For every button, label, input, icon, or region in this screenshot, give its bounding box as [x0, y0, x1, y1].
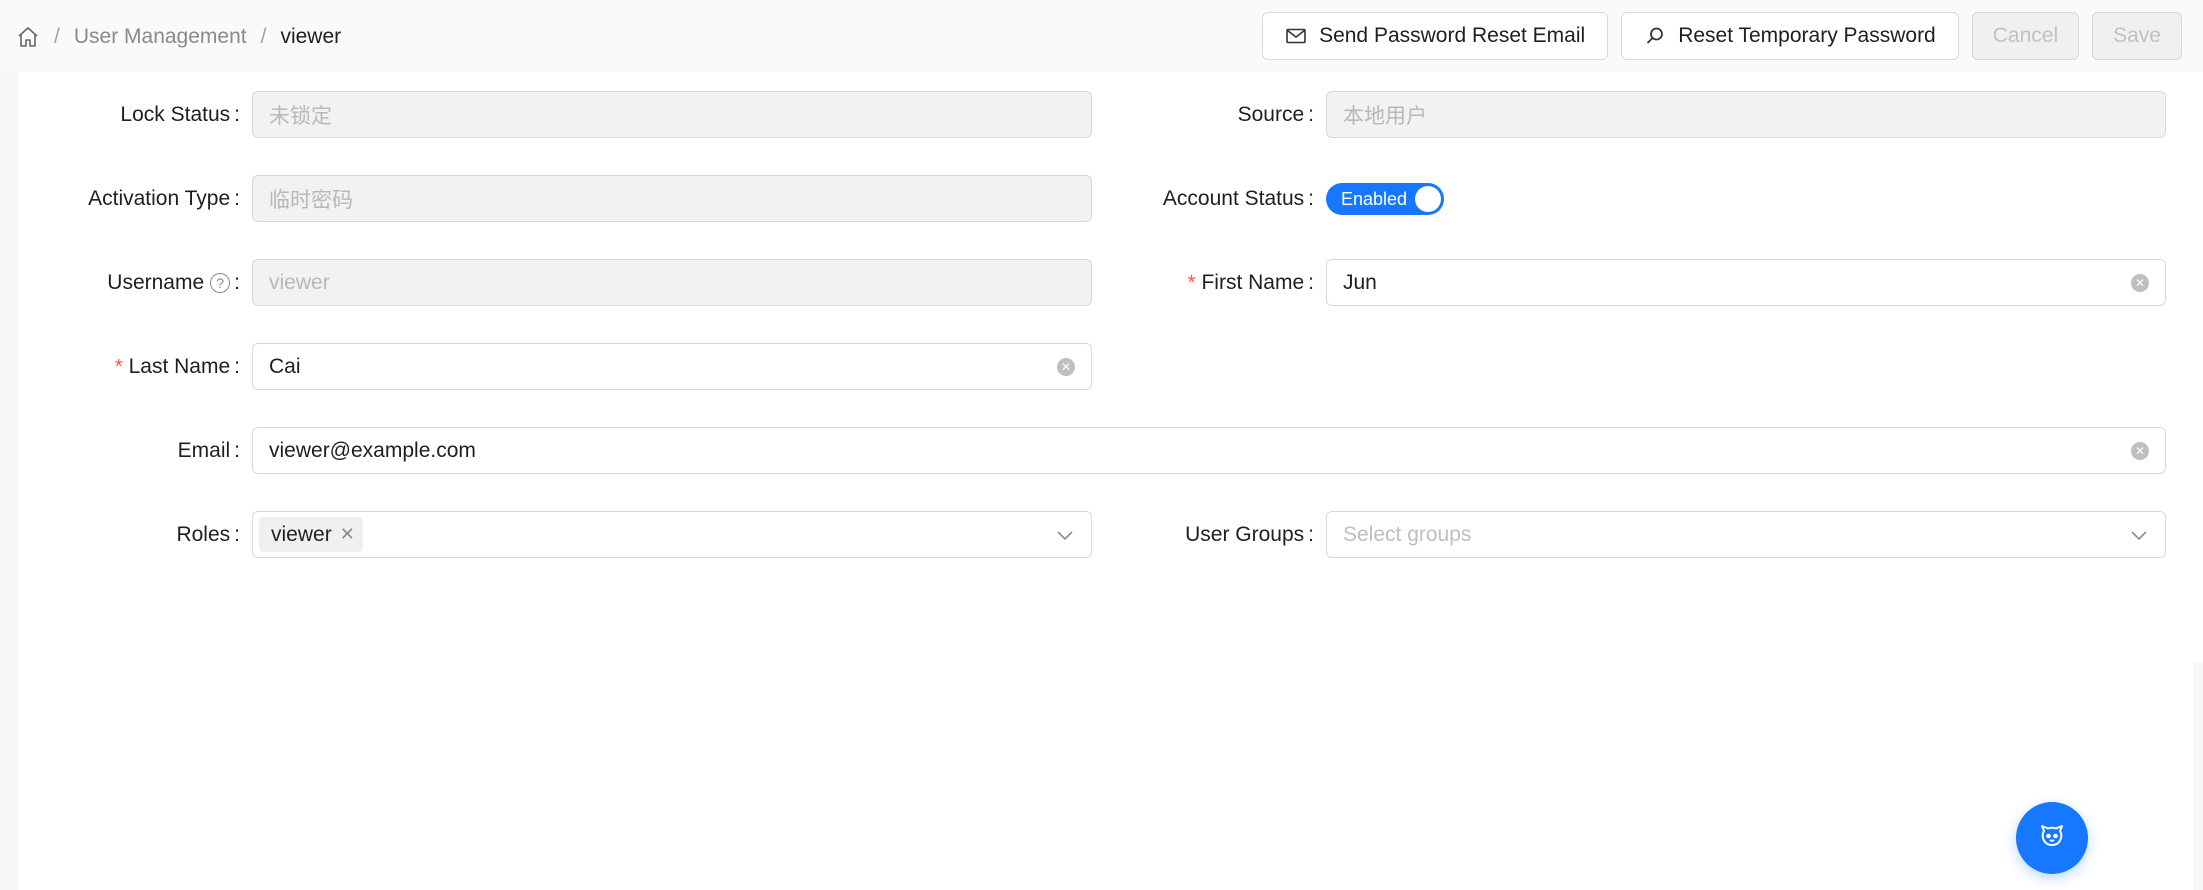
send-password-reset-email-button[interactable]: Send Password Reset Email [1262, 12, 1609, 60]
user-groups-select[interactable]: Select groups [1326, 511, 2166, 558]
user-groups-placeholder: Select groups [1343, 522, 1472, 546]
clear-icon[interactable]: ✕ [2131, 273, 2149, 292]
roles-tag-list: viewer ✕ [259, 517, 1055, 552]
reset-temporary-password-button[interactable]: Reset Temporary Password [1621, 12, 1959, 60]
account-status-toggle[interactable]: Enabled [1326, 183, 1444, 215]
username-label: Username ? : [107, 271, 240, 294]
lock-status-label: Lock Status: [120, 103, 240, 126]
roles-label: Roles: [176, 523, 240, 546]
activation-type-label: Activation Type: [88, 187, 240, 210]
user-groups-label: User Groups: [1185, 523, 1314, 546]
required-mark: * [1187, 271, 1196, 294]
required-mark: * [114, 355, 123, 378]
source-field: 本地用户 [1326, 91, 2166, 138]
breadcrumb-separator: / [54, 25, 60, 48]
cancel-button[interactable]: Cancel [1971, 12, 2080, 60]
last-name-input[interactable]: Cai ✕ [252, 343, 1092, 390]
clear-icon[interactable]: ✕ [1057, 357, 1075, 376]
breadcrumb-user-management[interactable]: User Management [74, 25, 247, 49]
lock-status-field: 未锁定 [252, 91, 1092, 138]
header-actions: Send Password Reset Email Reset Temporar… [1262, 12, 2182, 60]
assistant-fab-button[interactable] [2016, 802, 2088, 874]
help-icon[interactable]: ? [210, 273, 231, 293]
toggle-knob [1415, 186, 1441, 212]
reset-temporary-password-label: Reset Temporary Password [1678, 24, 1936, 47]
chevron-down-icon[interactable] [2129, 525, 2149, 545]
home-icon[interactable] [16, 25, 40, 49]
send-password-reset-email-label: Send Password Reset Email [1319, 24, 1586, 47]
username-field: viewer [252, 259, 1092, 306]
email-label: Email: [177, 439, 240, 462]
source-label: Source: [1237, 103, 1314, 126]
account-status-label: Account Status: [1162, 187, 1314, 210]
page-header: / User Management / viewer Send Password… [0, 0, 2203, 72]
breadcrumb: / User Management / viewer [16, 20, 341, 54]
activation-type-field: 临时密码 [252, 175, 1092, 222]
clear-icon[interactable]: ✕ [2131, 441, 2149, 460]
chevron-down-icon[interactable] [1055, 525, 1075, 545]
bot-icon [2038, 822, 2066, 855]
mail-icon [1285, 25, 1307, 47]
account-status-toggle-label: Enabled [1341, 188, 1408, 209]
close-icon[interactable]: ✕ [340, 524, 355, 545]
scrollbar-track [2193, 72, 2203, 662]
last-name-label: * Last Name: [114, 355, 240, 378]
roles-select[interactable]: viewer ✕ [252, 511, 1092, 558]
role-tag: viewer ✕ [259, 517, 363, 552]
save-button[interactable]: Save [2092, 12, 2182, 60]
breadcrumb-separator: / [260, 25, 267, 48]
first-name-label: * First Name: [1187, 271, 1314, 294]
first-name-input[interactable]: Jun ✕ [1326, 259, 2166, 306]
search-icon [1644, 25, 1666, 47]
breadcrumb-current: viewer [280, 25, 342, 48]
email-input[interactable]: viewer@example.com ✕ [252, 427, 2166, 474]
